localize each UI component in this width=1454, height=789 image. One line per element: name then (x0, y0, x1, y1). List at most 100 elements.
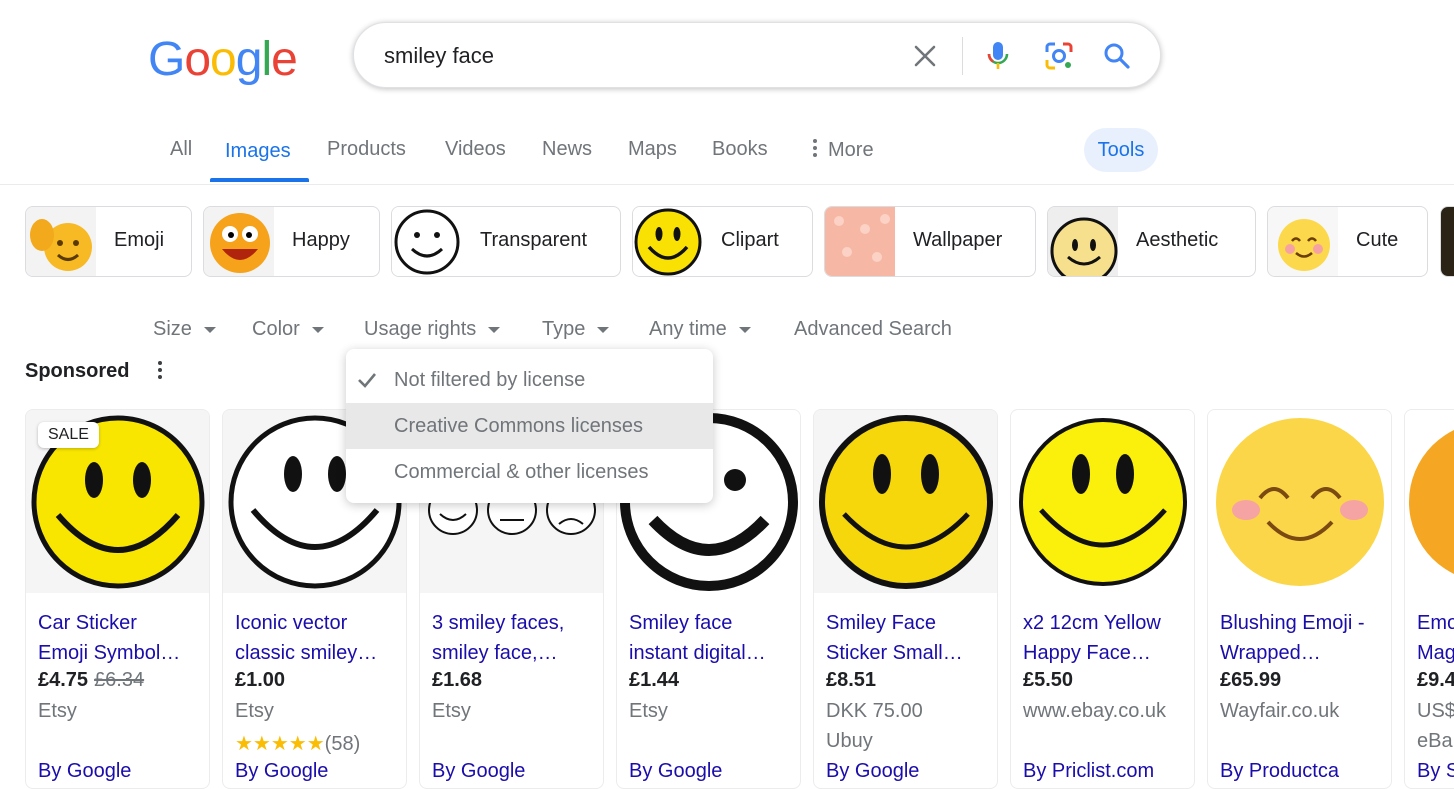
by-google-link[interactable]: By Google (629, 760, 722, 783)
product-price: £5.50 (1023, 669, 1074, 691)
search-box[interactable]: smiley face (353, 22, 1161, 88)
advanced-search-link[interactable]: Advanced Search (794, 318, 952, 341)
title-line: Car Sticker (38, 612, 137, 634)
chip-emoji[interactable]: Emoji (25, 206, 192, 277)
product-title[interactable]: Smiley face instant digital… (629, 608, 794, 668)
chip-cute[interactable]: Cute (1267, 206, 1428, 277)
title-line: Emoji Symbol… (38, 642, 181, 664)
product-card[interactable]: Emo Mag £9.4 US$ eBa By S (1404, 409, 1454, 789)
tab-images[interactable]: Images (225, 140, 291, 163)
rating-count: (58) (324, 733, 361, 755)
sale-badge: SALE (38, 422, 99, 448)
by-google-link[interactable]: By Google (38, 760, 131, 783)
product-seller: Etsy (629, 700, 668, 722)
caret-down-icon (597, 326, 610, 333)
product-image (1011, 410, 1194, 593)
filter-size[interactable]: Size (153, 318, 216, 341)
product-merchant: eBa (1417, 730, 1453, 752)
tab-products[interactable]: Products (327, 138, 406, 161)
chip-transparent[interactable]: Transparent (391, 206, 621, 277)
product-price: £8.51 (826, 669, 877, 691)
by-google-link[interactable]: By Priclist.com (1023, 760, 1154, 783)
search-icon[interactable] (1100, 39, 1134, 73)
sponsored-label: Sponsored (25, 360, 130, 382)
happy-thumbnail (204, 207, 274, 276)
filter-label: Usage rights (364, 318, 477, 340)
filter-label: Size (153, 318, 192, 340)
logo-letter: e (271, 33, 298, 86)
logo-letter: l (261, 33, 272, 86)
menu-item-creative-commons[interactable]: Creative Commons licenses (346, 403, 713, 449)
title-line: Wrapped… (1220, 642, 1321, 664)
logo-letter: G (148, 33, 185, 86)
tab-videos[interactable]: Videos (445, 138, 506, 161)
product-card[interactable]: x2 12cm Yellow Happy Face… £5.50 www.ebay… (1010, 409, 1195, 789)
clipart-thumbnail (633, 207, 703, 276)
chip-label: Wallpaper (913, 229, 1003, 251)
by-google-link[interactable]: By S (1417, 760, 1454, 783)
chip-partial[interactable] (1440, 206, 1454, 277)
rating-stars: ★★★★★(58) (235, 731, 360, 756)
emoji-thumbnail (26, 207, 96, 276)
product-card[interactable]: Blushing Emoji - Wrapped… £65.99 Wayfair.… (1207, 409, 1392, 789)
clear-icon[interactable] (908, 39, 942, 73)
search-divider (962, 37, 963, 75)
product-seller: Etsy (38, 700, 77, 722)
aesthetic-thumbnail (1048, 207, 1118, 276)
product-title[interactable]: Smiley Face Sticker Small… (826, 608, 991, 668)
product-card[interactable]: SALE Car Sticker Emoji Symbol… £4.75 £6.34… (25, 409, 210, 789)
filter-usage-rights[interactable]: Usage rights (364, 318, 501, 341)
product-title[interactable]: 3 smiley faces, smiley face,… (432, 608, 597, 668)
product-seller: www.ebay.co.uk (1023, 700, 1167, 722)
title-line: x2 12cm Yellow (1023, 612, 1161, 634)
more-options-icon[interactable] (156, 361, 164, 381)
title-line: Smiley Face (826, 612, 937, 634)
chip-clipart[interactable]: Clipart (632, 206, 813, 277)
tab-news[interactable]: News (542, 138, 592, 161)
chip-wallpaper[interactable]: Wallpaper (824, 206, 1036, 277)
menu-item-not-filtered[interactable]: Not filtered by license (346, 357, 713, 403)
chip-aesthetic[interactable]: Aesthetic (1047, 206, 1256, 277)
tab-books[interactable]: Books (712, 138, 768, 161)
tab-more[interactable]: More (812, 138, 874, 162)
menu-item-commercial[interactable]: Commercial & other licenses (346, 449, 713, 495)
tab-maps[interactable]: Maps (628, 138, 677, 161)
active-tab-indicator (210, 178, 309, 182)
product-seller: Etsy (432, 700, 471, 722)
product-title[interactable]: Blushing Emoji - Wrapped… (1220, 608, 1385, 668)
product-seller: Etsy (235, 700, 274, 722)
filter-label: Type (542, 318, 586, 340)
product-title[interactable]: Iconic vector classic smiley… (235, 608, 400, 668)
title-line: Blushing Emoji - (1220, 612, 1365, 634)
by-google-link[interactable]: By Productca (1220, 760, 1339, 783)
google-logo[interactable]: Google (148, 32, 298, 87)
product-price: £1.68 (432, 669, 483, 691)
tab-all[interactable]: All (170, 138, 192, 161)
search-tabs: All Images Products Videos News Maps Boo… (0, 122, 1454, 185)
title-line: Emo (1417, 612, 1454, 634)
filter-type[interactable]: Type (542, 318, 610, 341)
product-seller: DKK 75.00 (826, 700, 923, 722)
product-title[interactable]: x2 12cm Yellow Happy Face… (1023, 608, 1188, 668)
menu-item-label: Commercial & other licenses (394, 461, 649, 483)
chip-label: Aesthetic (1136, 229, 1219, 251)
microphone-icon[interactable] (981, 39, 1015, 73)
by-google-link[interactable]: By Google (432, 760, 525, 783)
logo-letter: o (184, 33, 211, 86)
filter-label: Color (252, 318, 300, 340)
tools-button[interactable]: Tools (1084, 128, 1158, 172)
by-google-link[interactable]: By Google (826, 760, 919, 783)
title-line: 3 smiley faces, (432, 612, 565, 634)
product-title[interactable]: Car Sticker Emoji Symbol… (38, 608, 203, 668)
filter-any-time[interactable]: Any time (649, 318, 751, 341)
chip-happy[interactable]: Happy (203, 206, 380, 277)
camera-lens-icon[interactable] (1042, 39, 1076, 73)
chip-label: Transparent (480, 229, 588, 251)
product-title[interactable]: Emo Mag (1417, 608, 1454, 668)
transparent-thumbnail (392, 207, 462, 276)
product-merchant: Ubuy (826, 730, 873, 752)
search-input[interactable]: smiley face (384, 43, 494, 69)
by-google-link[interactable]: By Google (235, 760, 328, 783)
product-card[interactable]: Smiley Face Sticker Small… £8.51 DKK 75.0… (813, 409, 998, 789)
filter-color[interactable]: Color (252, 318, 324, 341)
